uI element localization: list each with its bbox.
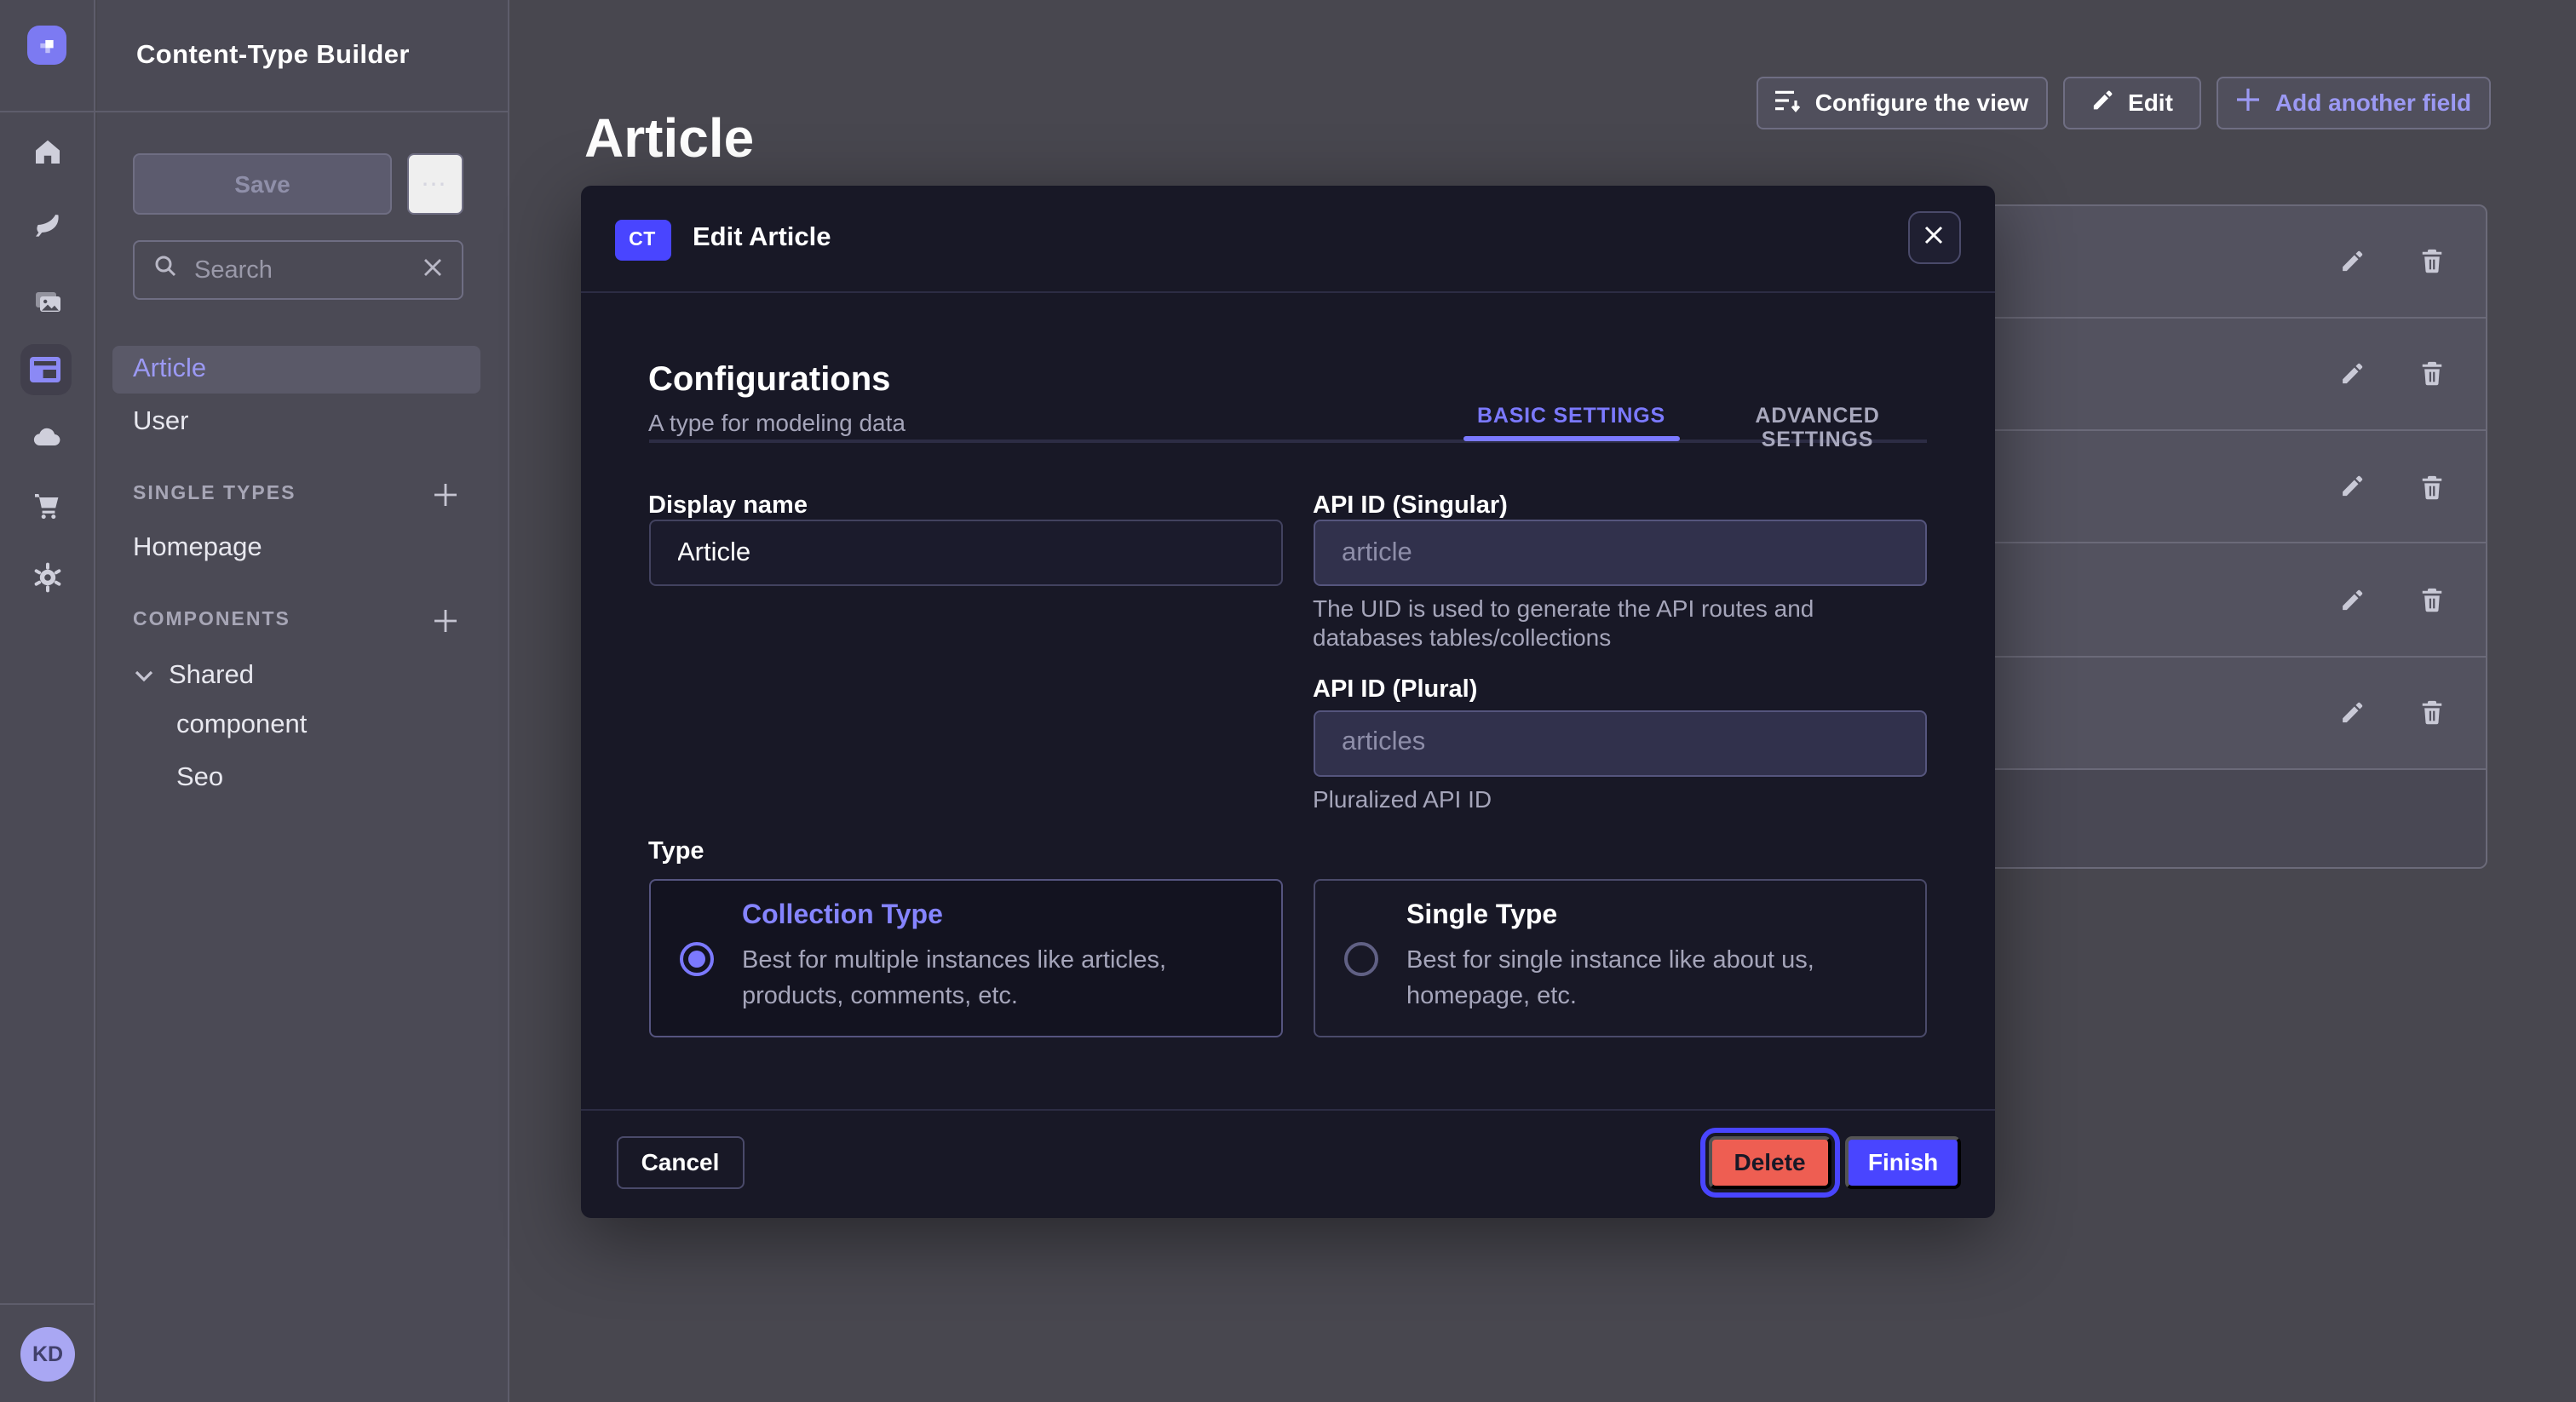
radio-unselected-icon[interactable] [1343, 941, 1377, 975]
delete-field-icon[interactable] [2409, 352, 2453, 396]
edit-field-icon[interactable] [2329, 691, 2373, 735]
chevron-down-icon [135, 661, 153, 692]
configure-view-label: Configure the view [1815, 89, 2028, 116]
gear-icon[interactable] [0, 552, 95, 603]
page-title-sidebar: Content-Type Builder [136, 41, 410, 72]
shared-label: Shared [169, 661, 254, 692]
clear-search-icon[interactable] [423, 255, 443, 285]
delete-field-icon[interactable] [2409, 464, 2453, 509]
cancel-button[interactable]: Cancel [617, 1135, 744, 1189]
filter-lines-icon [1774, 88, 1802, 117]
display-name-input[interactable] [648, 520, 1282, 586]
sidebar-item-user[interactable]: User [133, 407, 188, 438]
configurations-subheading: A type for modeling data [648, 408, 906, 435]
cloud-icon[interactable] [0, 412, 95, 463]
finish-button[interactable]: Finish [1846, 1135, 1961, 1189]
type-label: Type [648, 838, 704, 865]
sidebar-item-article[interactable]: Article [112, 345, 480, 394]
edit-field-icon[interactable] [2329, 464, 2373, 509]
collection-type-description: Best for multiple instances like article… [742, 944, 1253, 1015]
collection-type-option[interactable]: Collection Type Best for multiple instan… [648, 879, 1282, 1037]
save-button[interactable]: Save [133, 153, 392, 215]
rail-divider [0, 1303, 95, 1305]
edit-field-icon[interactable] [2329, 238, 2373, 283]
add-single-type-icon[interactable] [431, 480, 458, 508]
sidebar-item-component[interactable]: component [176, 710, 307, 741]
edit-field-icon[interactable] [2329, 352, 2373, 396]
plus-icon [2236, 87, 2262, 118]
api-id-plural-input[interactable] [1313, 710, 1926, 776]
api-id-plural-help: Pluralized API ID [1313, 785, 1912, 815]
modal-header: CT Edit Article [580, 185, 1995, 292]
sidebar-item-seo[interactable]: Seo [176, 762, 223, 793]
delete-field-icon[interactable] [2409, 577, 2453, 622]
delete-field-icon[interactable] [2409, 238, 2453, 283]
close-button[interactable] [1907, 211, 1960, 264]
cart-icon[interactable] [0, 480, 95, 531]
edit-field-icon[interactable] [2329, 577, 2373, 622]
pencil-icon [2090, 88, 2114, 117]
sidebar-divider [0, 111, 509, 112]
feather-icon[interactable] [0, 201, 95, 252]
content-type-builder-icon[interactable] [20, 343, 71, 394]
edit-label: Edit [2128, 89, 2173, 116]
search-input[interactable] [191, 255, 409, 285]
sidebar: Content-Type Builder Save ⋯ COLLECTION T… [97, 0, 509, 1402]
delete-field-icon[interactable] [2409, 691, 2453, 735]
active-tab-underline [1463, 436, 1679, 441]
configurations-heading: Configurations [648, 360, 890, 399]
close-icon [1923, 225, 1944, 250]
delete-button[interactable]: Delete [1708, 1135, 1831, 1189]
components-label: COMPONENTS [133, 610, 290, 630]
single-types-label: SINGLE TYPES [133, 484, 296, 504]
configure-view-button[interactable]: Configure the view [1756, 76, 2047, 129]
display-name-label: Display name [648, 491, 808, 519]
single-type-option[interactable]: Single Type Best for single instance lik… [1313, 879, 1926, 1037]
avatar[interactable]: KD [20, 1327, 75, 1382]
search-icon [153, 254, 177, 286]
api-id-plural-label: API ID (Plural) [1313, 675, 1477, 703]
radio-selected-icon[interactable] [679, 941, 713, 975]
home-icon[interactable] [0, 126, 95, 177]
search-box[interactable] [133, 240, 463, 300]
api-id-singular-input[interactable] [1313, 520, 1926, 586]
sidebar-group-shared[interactable]: Shared [135, 661, 254, 692]
collection-type-title: Collection Type [742, 901, 1253, 932]
add-component-icon[interactable] [431, 606, 458, 634]
api-id-singular-help: The UID is used to generate the API rout… [1313, 594, 1912, 653]
content-type-badge: CT [614, 219, 670, 260]
more-button[interactable]: ⋯ [406, 153, 463, 215]
nav-rail: KD [0, 0, 95, 1402]
tab-basic-settings[interactable]: BASIC SETTINGS [1463, 403, 1679, 427]
tab-advanced-settings[interactable]: ADVANCED SETTINGS [1709, 403, 1926, 451]
edit-article-modal: CT Edit Article Configurations A type fo… [580, 185, 1995, 1217]
add-another-field-button[interactable]: Add another field [2217, 76, 2491, 129]
app-root: KD Content-Type Builder Save ⋯ COLLECTIO… [0, 0, 2576, 1402]
strapi-logo-icon[interactable] [27, 26, 66, 65]
single-type-title: Single Type [1406, 901, 1897, 932]
sidebar-item-homepage[interactable]: Homepage [133, 533, 262, 564]
edit-button[interactable]: Edit [2063, 76, 2200, 129]
single-type-description: Best for single instance like about us, … [1406, 944, 1897, 1015]
add-another-field-label: Add another field [2275, 89, 2471, 116]
modal-title: Edit Article [693, 223, 831, 254]
api-id-singular-label: API ID (Singular) [1313, 491, 1508, 519]
footer-divider [580, 1110, 1995, 1112]
page-title: Article [584, 108, 754, 171]
media-icon[interactable] [0, 276, 95, 327]
